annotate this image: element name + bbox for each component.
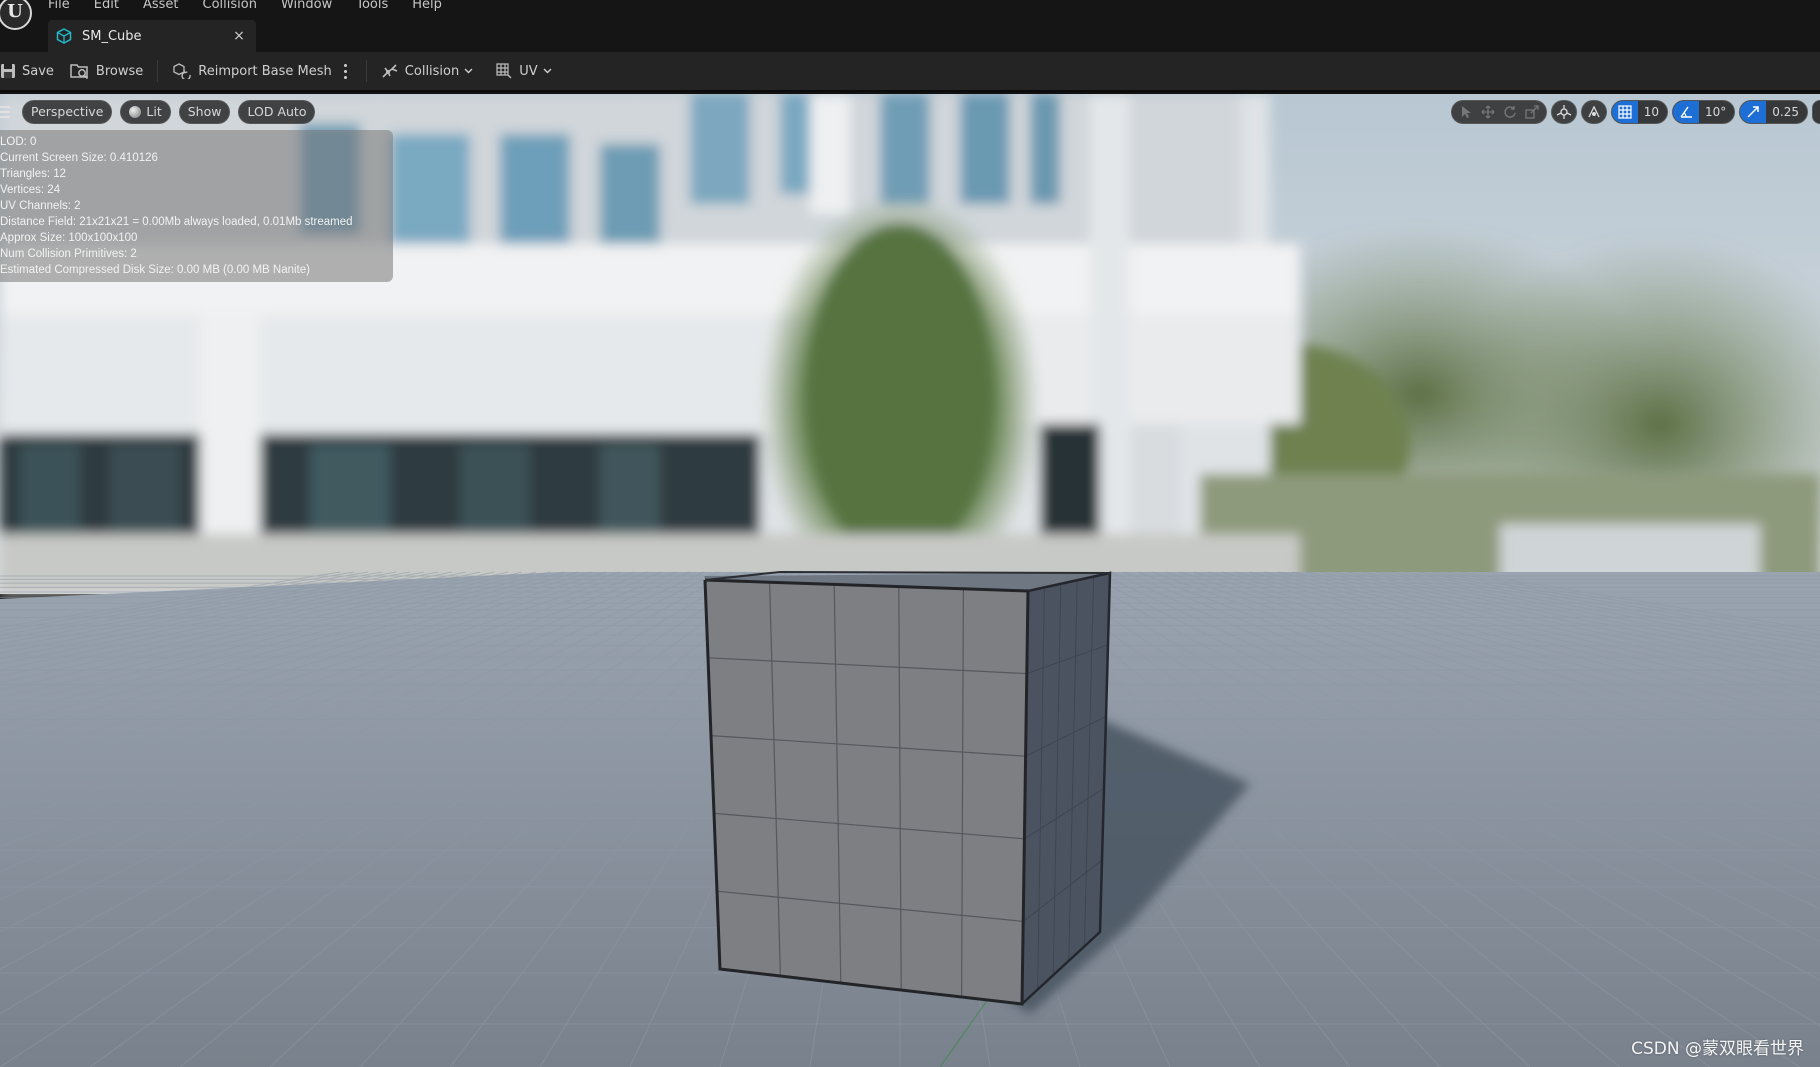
menu-edit[interactable]: Edit <box>82 0 131 15</box>
transform-tools-group <box>1450 100 1547 124</box>
browse-label: Browse <box>95 63 144 79</box>
scale-snap-toggle[interactable]: 0.25 <box>1739 100 1808 124</box>
stat-collision-primitives: Num Collision Primitives: 2 <box>0 248 137 260</box>
menu-bar: File Edit Asset Collision Window Tools H… <box>48 0 454 15</box>
scale-snap-value: 0.25 <box>1772 105 1799 119</box>
perspective-button[interactable]: Perspective <box>22 100 113 124</box>
stat-distance-field: Distance Field: 21x21x21 = 0.00Mb always… <box>0 216 353 228</box>
collision-icon <box>382 64 398 78</box>
menu-help[interactable]: Help <box>400 0 454 15</box>
reimport-options-icon[interactable] <box>340 60 352 82</box>
reimport-icon <box>173 63 191 79</box>
mesh-viewport[interactable]: Perspective Lit Show LOD Auto LOD: 0 Cur… <box>0 94 1820 1067</box>
chevron-down-icon <box>543 68 552 74</box>
rotation-snap-toggle[interactable]: 10° <box>1672 100 1736 124</box>
collision-dropdown[interactable]: Collision <box>373 57 487 85</box>
menu-asset[interactable]: Asset <box>131 0 191 15</box>
menu-collision[interactable]: Collision <box>191 0 269 15</box>
chevron-down-icon <box>464 68 473 74</box>
stat-vertices: Vertices: 24 <box>0 184 61 196</box>
grid-snap-icon <box>1611 101 1638 123</box>
scale-tool-icon[interactable] <box>1522 102 1542 122</box>
stat-disk-size: Estimated Compressed Disk Size: 0.00 MB … <box>0 264 310 276</box>
menu-window[interactable]: Window <box>269 0 344 15</box>
asset-toolbar: Save Browse Reimport Base Mesh Collision <box>0 52 1820 92</box>
title-bar: U File Edit Asset Collision Window Tools… <box>0 0 1820 52</box>
browse-button[interactable]: Browse <box>62 57 151 85</box>
collision-label: Collision <box>404 63 460 79</box>
lit-button[interactable]: Lit <box>120 100 171 124</box>
tab-close-icon[interactable]: × <box>232 28 246 44</box>
viewport-toolbar-left: Perspective Lit Show LOD Auto <box>0 100 316 124</box>
stat-approx-size: Approx Size: 100x100x100 <box>0 232 138 244</box>
stat-triangles: Triangles: 12 <box>0 168 67 180</box>
show-button[interactable]: Show <box>178 100 231 124</box>
toolbar-divider <box>157 60 159 82</box>
static-mesh-icon <box>56 28 72 44</box>
viewport-options-menu-icon[interactable] <box>0 100 14 124</box>
menu-tools[interactable]: Tools <box>344 0 400 15</box>
translate-tool-icon[interactable] <box>1478 102 1498 122</box>
lod-auto-button[interactable]: LOD Auto <box>238 100 316 124</box>
surface-snapping-group <box>1580 100 1607 124</box>
tab-sm-cube[interactable]: SM_Cube × <box>48 20 256 52</box>
rotate-tool-icon[interactable] <box>1500 102 1520 122</box>
viewport-toolbar-right: 10 10° 0.25 <box>1450 100 1820 124</box>
save-icon <box>1 64 15 78</box>
toolbar-divider <box>365 60 367 82</box>
coordinate-system-group <box>1550 100 1577 124</box>
grid-snap-value: 10 <box>1643 105 1659 119</box>
uv-grid-icon <box>496 63 512 79</box>
stat-lod: LOD: 0 <box>0 136 37 148</box>
angle-snap-icon <box>1673 101 1699 123</box>
mesh-stats-overlay: LOD: 0 Current Screen Size: 0.410126 Tri… <box>0 130 393 282</box>
tab-label: SM_Cube <box>82 28 142 44</box>
reimport-label: Reimport Base Mesh <box>198 63 332 79</box>
stat-screen-size: Current Screen Size: 0.410126 <box>0 152 158 164</box>
lit-label: Lit <box>146 104 162 119</box>
scale-snap-icon <box>1740 101 1767 123</box>
select-tool-icon[interactable] <box>1456 102 1476 122</box>
reimport-base-mesh-button[interactable]: Reimport Base Mesh <box>164 57 340 85</box>
camera-speed-button[interactable] <box>1812 100 1820 124</box>
menu-file[interactable]: File <box>48 0 82 15</box>
uv-label: UV <box>519 63 538 79</box>
uv-dropdown[interactable]: UV <box>487 57 565 85</box>
save-label: Save <box>22 63 54 79</box>
world-coordinates-icon[interactable] <box>1554 102 1574 122</box>
unreal-logo-icon[interactable]: U <box>0 0 32 30</box>
stat-uv-channels: UV Channels: 2 <box>0 200 81 212</box>
lit-sphere-icon <box>129 106 142 118</box>
browse-icon <box>70 64 89 80</box>
watermark-text: CSDN @蒙双眼看世界 <box>1631 1039 1804 1059</box>
surface-snapping-icon[interactable] <box>1584 102 1604 122</box>
grid-snap-toggle[interactable]: 10 <box>1610 100 1668 124</box>
save-button[interactable]: Save <box>0 57 62 85</box>
rotation-snap-value: 10° <box>1705 105 1727 119</box>
